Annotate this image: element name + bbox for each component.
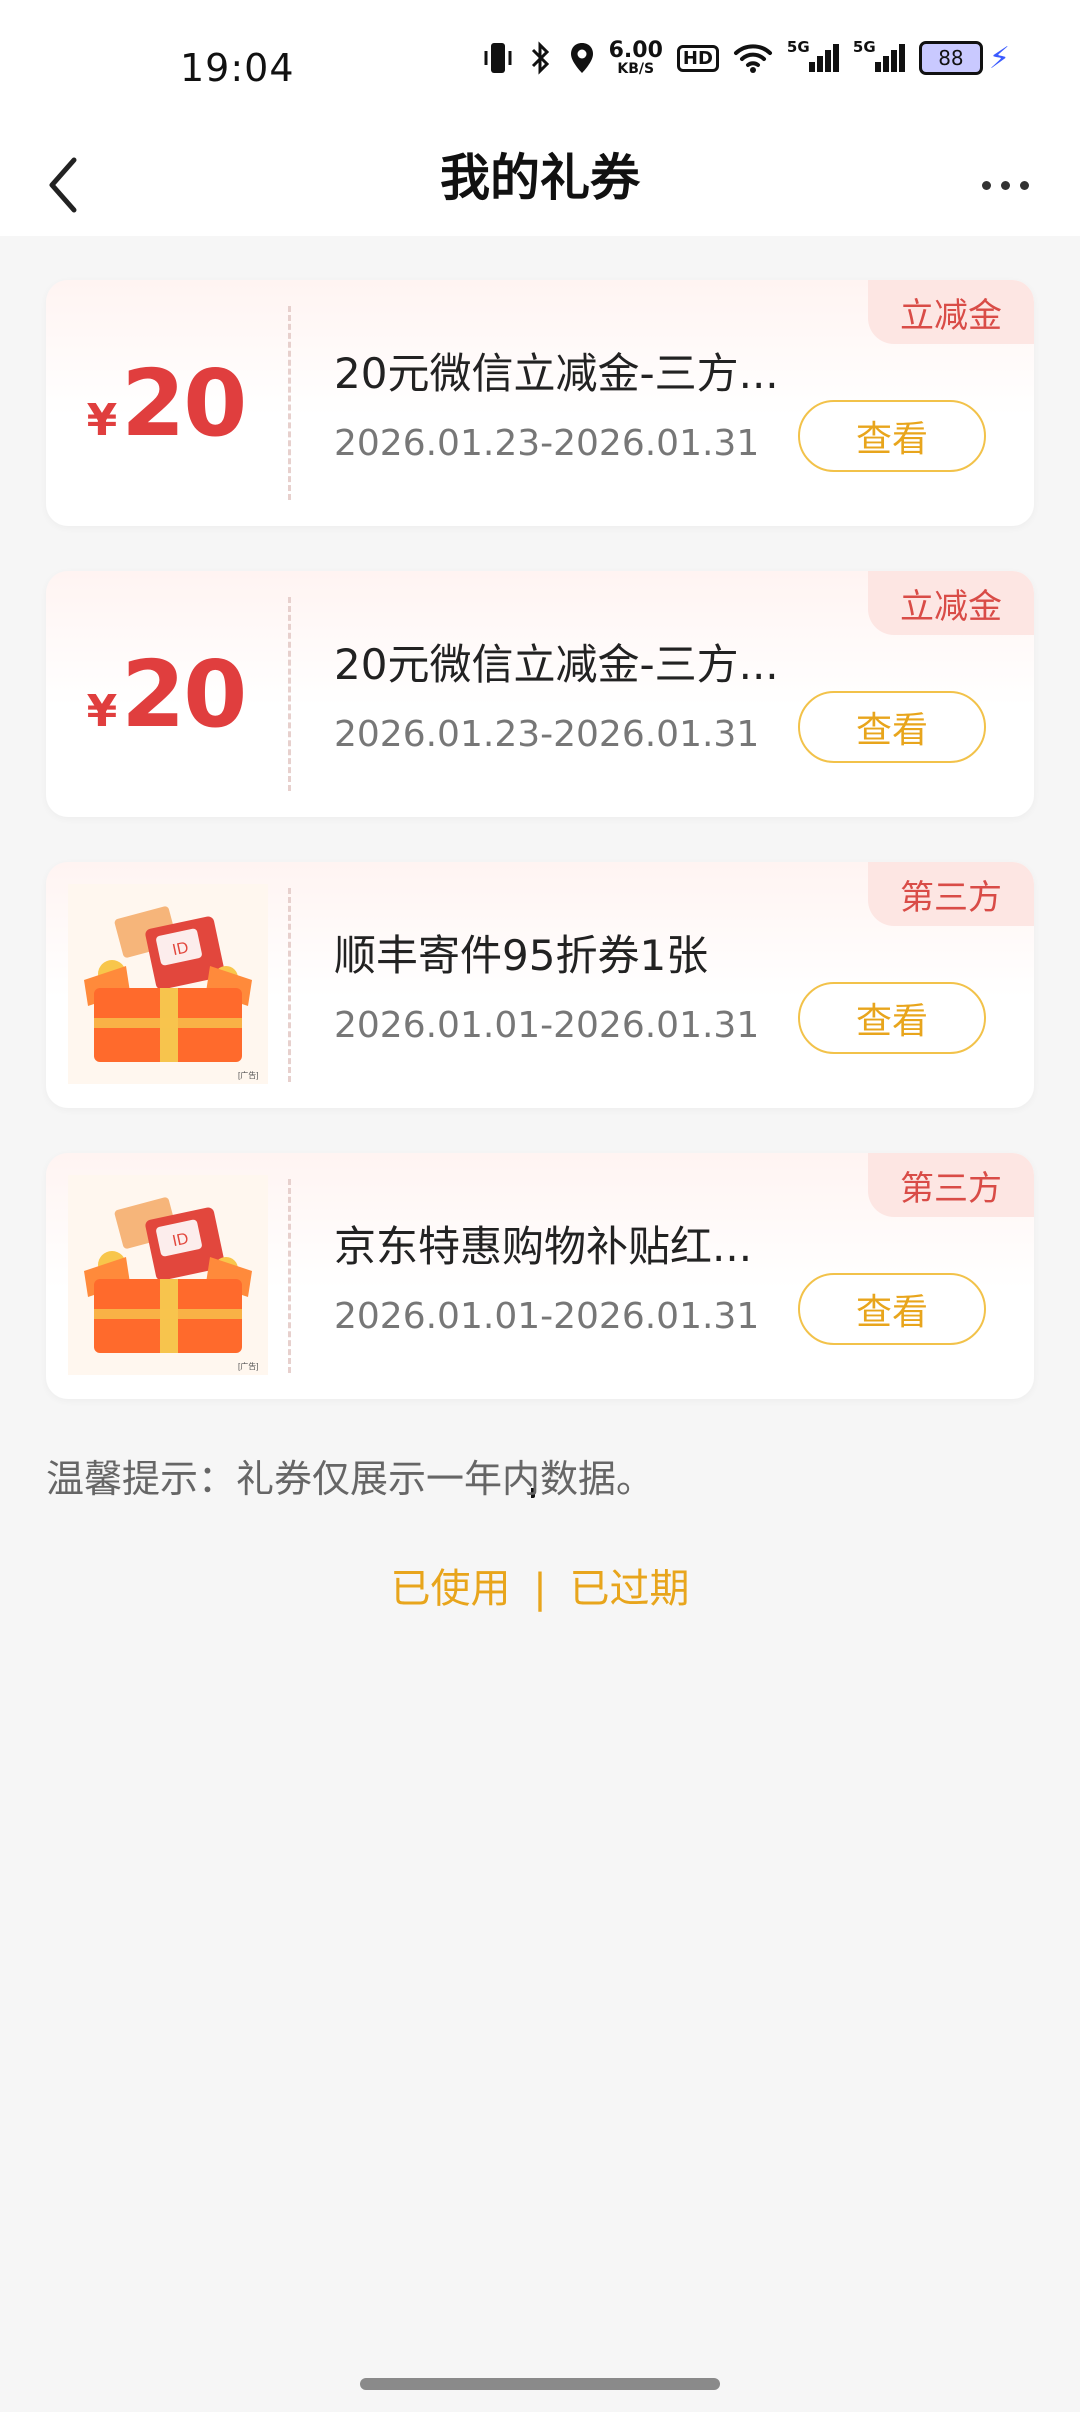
signal-5g-icon-2: 5G	[853, 38, 905, 72]
history-links: 已使用 | 已过期	[0, 1556, 1080, 1614]
location-icon	[569, 41, 595, 75]
status-bar: 19:04 6.00 KB/S HD 5G 5G 88 ⚡	[0, 0, 1080, 1498]
view-button[interactable]: 查看	[798, 982, 986, 1054]
bluetooth-icon	[527, 41, 555, 75]
battery-icon: 88 ⚡	[530, 40, 1010, 1498]
gesture-bar[interactable]	[360, 2378, 720, 2390]
charging-icon: ⚡	[988, 40, 1010, 76]
coupon-card[interactable]: ¥ 20 20元微信立减金-三方... 2026.01.23-2026.01.3…	[46, 280, 1034, 526]
tip-text: 温馨提示：礼券仅展示一年内数据。	[46, 1457, 655, 1501]
vibrate-icon	[483, 41, 513, 75]
status-icons: 6.00 KB/S HD 5G 5G 88 ⚡	[483, 38, 1010, 1498]
coupon-name: 京东特惠购物补贴红...	[334, 1222, 753, 1271]
expired-link[interactable]: 已过期	[569, 1556, 689, 1614]
view-button[interactable]: 查看	[798, 691, 986, 763]
svg-text:[广告]: [广告]	[238, 1070, 258, 1080]
coupon-name: 20元微信立减金-三方...	[334, 349, 779, 398]
signal-5g-icon-1: 5G	[787, 38, 839, 72]
coupon-tag: 立减金	[868, 280, 1034, 344]
dashed-divider	[288, 306, 291, 500]
coupon-amount: 20	[121, 640, 247, 748]
coupon-date: 2026.01.23-2026.01.31	[334, 423, 760, 464]
coupon-name: 顺丰寄件95折券1张	[334, 931, 709, 980]
coupon-name: 20元微信立减金-三方...	[334, 640, 779, 689]
coupon-value: ¥ 20	[86, 349, 248, 457]
coupon-tag: 第三方	[868, 862, 1034, 926]
gift-box-image: ID [广告]	[68, 884, 268, 1084]
status-time: 19:04	[180, 46, 295, 90]
dashed-divider	[288, 1179, 291, 1373]
coupon-list: ¥ 20 20元微信立减金-三方... 2026.01.23-2026.01.3…	[46, 280, 1034, 1444]
coupon-date: 2026.01.01-2026.01.31	[334, 1005, 760, 1046]
coupon-card[interactable]: ID [广告] 京东特惠购物补贴红... 2026.01.01-2026.01.…	[46, 1153, 1034, 1399]
view-button[interactable]: 查看	[798, 1273, 986, 1345]
more-button[interactable]	[970, 160, 1040, 210]
page-title: 我的礼券	[440, 149, 640, 207]
coupon-amount: 20	[121, 349, 247, 457]
coupon-card[interactable]: ¥ 20 20元微信立减金-三方... 2026.01.23-2026.01.3…	[46, 571, 1034, 817]
dashed-divider	[288, 597, 291, 791]
dashed-divider	[288, 888, 291, 1082]
coupon-card[interactable]: ID [广告] 顺丰寄件95折券1张 2026.01.01-2026.01.31…	[46, 862, 1034, 1108]
coupon-date: 2026.01.01-2026.01.31	[334, 1296, 760, 1337]
network-speed: 6.00 KB/S	[608, 38, 663, 77]
view-button[interactable]: 查看	[798, 400, 986, 472]
app-header: 我的礼券	[0, 140, 1080, 236]
used-link[interactable]: 已使用	[391, 1556, 511, 1614]
coupon-date: 2026.01.23-2026.01.31	[334, 714, 760, 755]
more-dots-icon	[981, 180, 1029, 190]
links-separator: |	[533, 1566, 547, 1612]
coupon-tag: 第三方	[868, 1153, 1034, 1217]
hd-icon: HD	[676, 44, 719, 72]
coupon-value: ¥ 20	[86, 640, 248, 748]
coupon-tag: 立减金	[868, 571, 1034, 635]
gift-box-image: ID [广告]	[68, 1175, 268, 1375]
wifi-icon	[733, 42, 773, 74]
svg-text:[广告]: [广告]	[238, 1361, 258, 1371]
